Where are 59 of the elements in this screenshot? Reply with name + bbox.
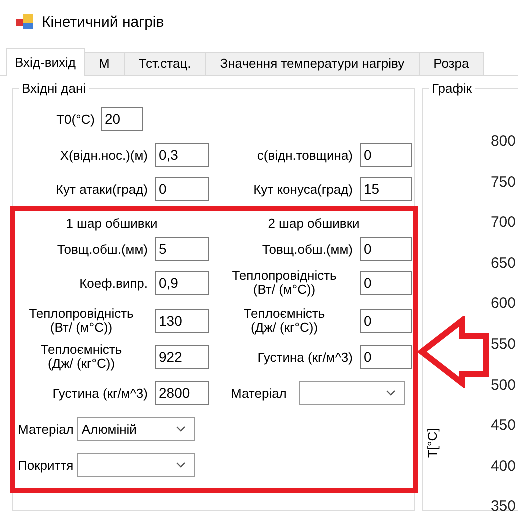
input-field[interactable]: 0 <box>360 345 412 369</box>
window-title: Кінетичний нагрів <box>42 14 164 30</box>
field-label: Теплоємність (Дж/ (кг°С)) <box>242 307 326 335</box>
tab[interactable]: Тст.стац. <box>124 52 206 75</box>
axis-tick-label: 350 <box>490 498 516 518</box>
field-label: Матеріал <box>18 422 74 436</box>
input-field[interactable]: 130 <box>155 309 209 333</box>
input-field[interactable]: 0 <box>360 143 412 167</box>
input-field[interactable]: 5 <box>155 237 209 261</box>
field-label: X(відн.нос.)(м) <box>59 148 148 162</box>
field-label: Матеріал <box>231 386 287 400</box>
dropdown[interactable]: Алюміній <box>76 417 195 441</box>
axis-tick-label: 650 <box>490 254 516 274</box>
app-icon <box>16 14 34 30</box>
field-label: Теплоємність (Дж/ (кг°С)) <box>40 343 124 371</box>
field-label: с(відн.товщина) <box>256 148 353 162</box>
tab[interactable]: Значення температури нагріву <box>205 52 420 75</box>
field-label: Товщ.обш.(мм) <box>56 242 148 256</box>
axis-tick-label: 550 <box>490 336 516 355</box>
field-label: Товщ.обш.(мм) <box>261 242 353 256</box>
field-label: Кут конуса(град) <box>252 182 353 196</box>
field-label: Густина (кг/м^3) <box>256 350 353 364</box>
field-label: Коеф.випр. <box>78 276 148 290</box>
chevron-icon <box>176 426 186 432</box>
group-title: Вхідні дані <box>21 81 88 96</box>
input-field[interactable]: 0,9 <box>155 271 209 295</box>
input-field[interactable]: 0,3 <box>155 143 209 167</box>
axis-tick-label: 500 <box>490 376 516 396</box>
input-field[interactable]: 0 <box>360 237 412 261</box>
axis-tick-label: 400 <box>490 458 516 477</box>
input-field[interactable]: 0 <box>360 271 412 295</box>
section-heading: 1 шар обшивки <box>65 216 159 230</box>
field-label: Покриття <box>18 458 74 472</box>
axis-title: T[°C] <box>425 428 440 458</box>
tab[interactable]: Розра <box>418 52 484 75</box>
section-heading: 2 шар обшивки <box>267 216 361 230</box>
axis-tick-label: 750 <box>490 174 516 193</box>
tab[interactable]: Вхід-вихід <box>6 48 85 76</box>
field-label: Густина (кг/м^3) <box>52 386 148 400</box>
field-label: Теплопровідність (Вт/ (м°С)) <box>231 269 338 297</box>
axis-tick-label: 600 <box>490 295 516 314</box>
dropdown[interactable] <box>76 453 195 477</box>
group-title: Графік <box>431 81 474 96</box>
axis-tick-label: 450 <box>490 417 516 436</box>
chevron-icon <box>176 462 186 468</box>
dropdown[interactable] <box>298 381 405 405</box>
tab[interactable]: М <box>84 52 125 75</box>
input-field[interactable]: 20 <box>101 107 143 131</box>
axis-tick-label: 800 <box>490 133 516 152</box>
field-label: Теплопровідність (Вт/ (м°С)) <box>28 307 135 335</box>
input-field[interactable]: 0 <box>155 177 209 201</box>
chevron-icon <box>386 390 396 396</box>
input-field[interactable]: 0 <box>360 309 412 333</box>
input-field[interactable]: 922 <box>155 345 209 369</box>
input-field[interactable]: 2800 <box>155 381 209 405</box>
field-label: T0(°C) <box>56 112 95 126</box>
input-field[interactable]: 15 <box>360 177 412 201</box>
field-label: Кут атаки(град) <box>54 182 148 196</box>
axis-tick-label: 700 <box>490 214 516 234</box>
